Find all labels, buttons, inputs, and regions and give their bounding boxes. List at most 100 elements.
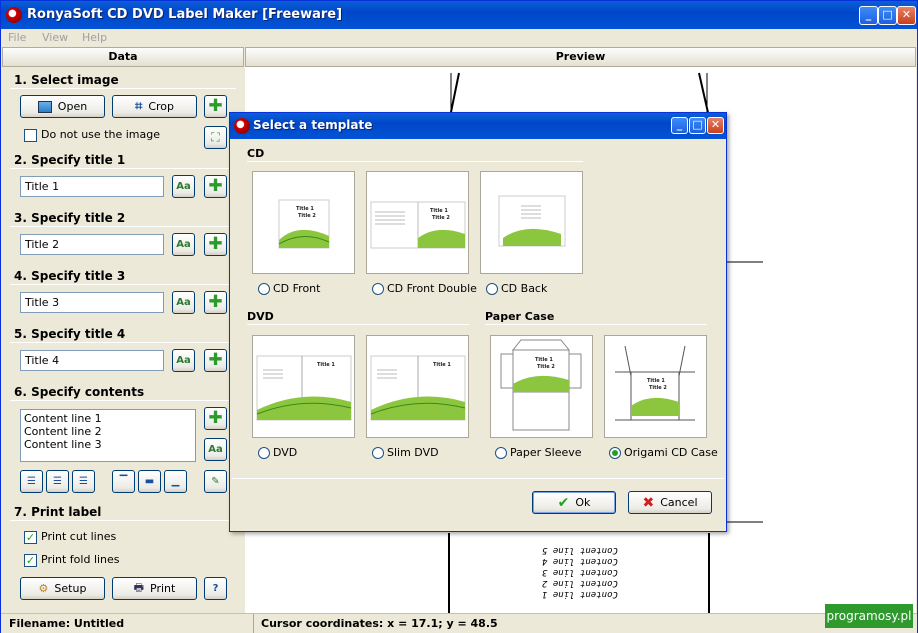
cd-front-double-thumbnail[interactable]: Title 1 Title 2 (366, 171, 469, 274)
setup-button[interactable]: ⚙ Setup (20, 577, 105, 600)
valign-bottom-button[interactable]: ▁ (164, 470, 187, 493)
section-contents: 6. Specify contents (14, 385, 145, 399)
cd-back-radio[interactable] (486, 283, 498, 295)
title-2-add-button[interactable]: ✚ (204, 233, 227, 256)
cancel-button[interactable]: ✖ Cancel (628, 491, 712, 514)
font-icon: Aa (176, 297, 191, 308)
print-cut-lines-checkbox[interactable]: ✓ (24, 531, 37, 544)
dialog-title-bar[interactable]: Select a template _ □ ✕ (230, 113, 726, 139)
title-4-font-button[interactable]: Aa (172, 349, 195, 372)
dialog-maximize-button[interactable]: □ (689, 117, 706, 134)
window-title: RonyaSoft CD DVD Label Maker [Freeware] (27, 7, 343, 22)
section-title-2: 3. Specify title 2 (14, 211, 126, 225)
no-image-label: Do not use the image (41, 128, 160, 141)
print-button[interactable]: 🖶 Print (112, 577, 197, 600)
print-cut-lines-label: Print cut lines (41, 530, 117, 543)
fit-icon: ⛶ (211, 130, 220, 144)
align-right-icon: ☰ (79, 476, 88, 487)
thumb-title-1: Title 1 (647, 378, 665, 384)
contents-add-button[interactable]: ✚ (204, 407, 227, 430)
thumb-title-2: Title 2 (537, 364, 555, 370)
content-line: Content line 3 (24, 438, 102, 451)
setup-label: Setup (54, 582, 87, 595)
menu-view[interactable]: View (42, 31, 68, 44)
print-fold-lines-label: Print fold lines (41, 553, 120, 566)
menu-bar: File View Help (1, 29, 917, 47)
title-4-add-button[interactable]: ✚ (204, 349, 227, 372)
cd-back-thumbnail[interactable] (480, 171, 583, 274)
cd-front-radio[interactable] (258, 283, 270, 295)
slim-dvd-thumbnail[interactable]: Title 1 (366, 335, 469, 438)
preview-content-line: Content line 2 (542, 578, 618, 588)
divider (10, 400, 236, 401)
cd-front-double-preview (370, 201, 466, 249)
title-3-input[interactable]: Title 3 (20, 292, 164, 313)
ok-button[interactable]: ✔ Ok (532, 491, 616, 514)
dialog-close-button[interactable]: ✕ (707, 117, 724, 134)
cursor-status: Cursor coordinates: x = 17.1; y = 48.5 (261, 617, 498, 630)
dvd-radio[interactable] (258, 447, 270, 459)
crop-label: Crop (148, 100, 174, 113)
title-2-font-button[interactable]: Aa (172, 233, 195, 256)
thumb-title-1: Title 1 (296, 206, 314, 212)
menu-file[interactable]: File (8, 31, 26, 44)
title-4-input[interactable]: Title 4 (20, 350, 164, 371)
title-1-font-button[interactable]: Aa (172, 175, 195, 198)
dialog-minimize-button[interactable]: _ (671, 117, 688, 134)
section-title-3: 4. Specify title 3 (14, 269, 126, 283)
help-button[interactable]: ? (204, 577, 227, 600)
dvd-thumbnail[interactable]: Title 1 (252, 335, 355, 438)
origami-radio[interactable] (609, 447, 621, 459)
filename-status: Filename: Untitled (9, 617, 125, 630)
dvd-label: DVD (273, 446, 298, 459)
valign-middle-button[interactable]: ▬ (138, 470, 161, 493)
data-panel: 1. Select image Open ⌗ Crop ✚ Do not use… (2, 67, 243, 613)
preview-content-line: Content line 3 (542, 567, 618, 577)
minimize-button[interactable]: _ (859, 6, 878, 25)
title-1-add-button[interactable]: ✚ (204, 175, 227, 198)
contents-textarea[interactable]: Content line 1 Content line 2 Content li… (20, 409, 196, 462)
status-divider (253, 614, 254, 633)
title-bar[interactable]: RonyaSoft CD DVD Label Maker [Freeware] … (1, 1, 917, 29)
divider (247, 324, 469, 325)
crop-button[interactable]: ⌗ Crop (112, 95, 197, 118)
watermark: programosy.pl (825, 604, 913, 628)
font-icon: Aa (176, 239, 191, 250)
menu-help[interactable]: Help (82, 31, 107, 44)
print-fold-lines-checkbox[interactable]: ✓ (24, 554, 37, 567)
section-select-image: 1. Select image (14, 73, 119, 87)
title-3-add-button[interactable]: ✚ (204, 291, 227, 314)
plus-icon: ✚ (208, 234, 223, 254)
paper-sleeve-preview (500, 339, 582, 431)
valign-top-button[interactable]: ▔ (112, 470, 135, 493)
title-1-input[interactable]: Title 1 (20, 176, 164, 197)
paper-case-group-title: Paper Case (485, 310, 555, 323)
align-left-button[interactable]: ☰ (20, 470, 43, 493)
add-image-button[interactable]: ✚ (204, 95, 227, 118)
font-icon: Aa (176, 355, 191, 366)
plus-icon: ✚ (208, 96, 223, 116)
align-left-icon: ☰ (27, 476, 36, 487)
open-button[interactable]: Open (20, 95, 105, 118)
cd-front-double-radio[interactable] (372, 283, 384, 295)
title-2-input[interactable]: Title 2 (20, 234, 164, 255)
align-center-button[interactable]: ☰ (46, 470, 69, 493)
edit-button[interactable]: ✎ (204, 470, 227, 493)
align-right-button[interactable]: ☰ (72, 470, 95, 493)
slim-dvd-radio[interactable] (372, 447, 384, 459)
plus-icon: ✚ (208, 176, 223, 196)
origami-label: Origami CD Case (624, 446, 718, 459)
close-button[interactable]: ✕ (897, 6, 916, 25)
cd-front-thumbnail[interactable]: Title 1 Title 2 (252, 171, 355, 274)
paper-sleeve-radio[interactable] (495, 447, 507, 459)
status-bar: Filename: Untitled Cursor coordinates: x… (1, 613, 917, 633)
title-3-font-button[interactable]: Aa (172, 291, 195, 314)
ok-label: Ok (575, 496, 591, 509)
no-image-checkbox[interactable] (24, 129, 37, 142)
fit-image-button[interactable]: ⛶ (204, 126, 227, 149)
paper-sleeve-thumbnail[interactable]: Title 1 Title 2 (490, 335, 593, 438)
maximize-button[interactable]: □ (878, 6, 897, 25)
contents-font-button[interactable]: Aa (204, 438, 227, 461)
origami-thumbnail[interactable]: Title 1 Title 2 (604, 335, 707, 438)
printer-setup-icon: ⚙ (38, 582, 49, 595)
